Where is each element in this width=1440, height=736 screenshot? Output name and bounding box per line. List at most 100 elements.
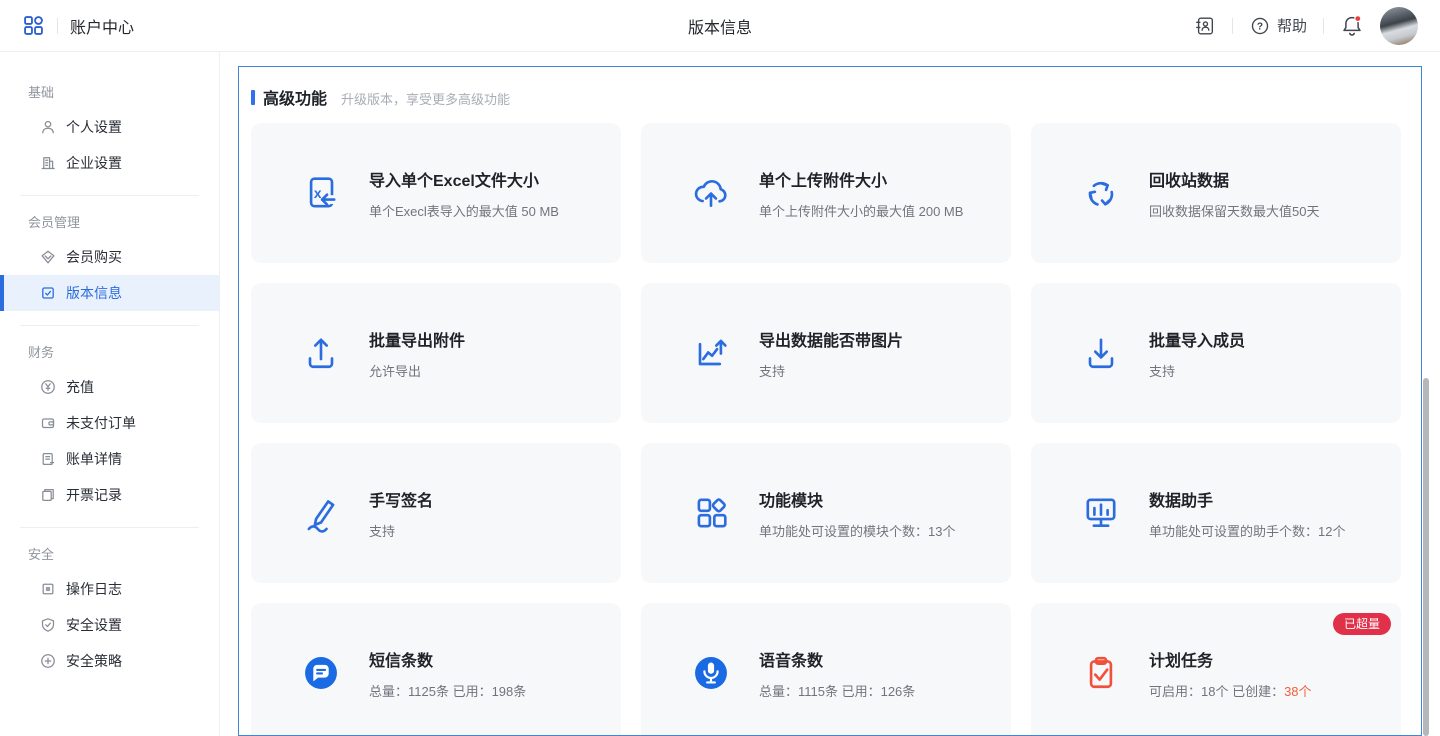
svg-text:?: ? — [1257, 21, 1263, 32]
advanced-features-panel: 高级功能 升级版本，享受更多高级功能 x 导入单个Excel文件大小 — [238, 66, 1422, 736]
chart-export-icon — [689, 331, 733, 375]
card-desc: 可启用：18个 已创建：38个 — [1149, 681, 1312, 700]
sidebar-item-label: 安全设置 — [66, 615, 122, 635]
section-title: 高级功能 — [263, 85, 327, 109]
sidebar-item-version-info[interactable]: 版本信息 — [0, 275, 219, 311]
wallet-icon — [40, 415, 56, 431]
card-excel-import-size: x 导入单个Excel文件大小 单个Execl表导入的最大值 50 MB — [251, 123, 621, 263]
monitor-chart-icon — [1079, 491, 1123, 535]
cloud-upload-icon — [689, 171, 733, 215]
card-title: 批量导出附件 — [369, 327, 465, 351]
sidebar-item-operation-log[interactable]: 操作日志 — [0, 571, 219, 607]
bill-icon — [40, 451, 56, 467]
signature-icon — [299, 491, 343, 535]
main-area: 高级功能 升级版本，享受更多高级功能 x 导入单个Excel文件大小 — [220, 52, 1440, 736]
card-desc: 允许导出 — [369, 361, 465, 380]
gem-icon — [40, 249, 56, 265]
card-title: 手写签名 — [369, 487, 433, 511]
card-recycle-bin-data: 回收站数据 回收数据保留天数最大值50天 — [1031, 123, 1401, 263]
card-scheduled-tasks: 已超量 计划任务 可启用：18个 已创建：38个 — [1031, 603, 1401, 736]
import-tray-icon — [1079, 331, 1123, 375]
sidebar-item-label: 操作日志 — [66, 579, 122, 599]
modules-grid-icon — [689, 491, 733, 535]
section-accent-bar — [251, 90, 255, 105]
shield-check-icon — [40, 617, 56, 633]
card-title: 导入单个Excel文件大小 — [369, 167, 559, 191]
notification-bell-icon[interactable] — [1340, 14, 1364, 38]
notification-dot — [1355, 15, 1361, 21]
svg-text:x: x — [314, 186, 322, 201]
card-desc: 支持 — [759, 361, 903, 380]
contact-book-icon[interactable] — [1194, 15, 1216, 37]
sidebar-item-recharge[interactable]: 充值 — [0, 369, 219, 405]
card-desc: 单个Execl表导入的最大值 50 MB — [369, 201, 559, 220]
sidebar-section-security: 安全 — [0, 528, 219, 571]
sidebar-item-bill-details[interactable]: 账单详情 — [0, 441, 219, 477]
topbar-left: 账户中心 — [22, 14, 134, 38]
card-batch-import-members: 批量导入成员 支持 — [1031, 283, 1401, 423]
card-desc: 支持 — [369, 521, 433, 540]
card-title: 批量导入成员 — [1149, 327, 1245, 351]
card-title: 导出数据能否带图片 — [759, 327, 903, 351]
help-button[interactable]: ? 帮助 — [1249, 15, 1307, 37]
card-data-assistant: 数据助手 单功能处可设置的助手个数：12个 — [1031, 443, 1401, 583]
card-desc: 单功能处可设置的助手个数：12个 — [1149, 521, 1345, 540]
card-desc: 单功能处可设置的模块个数：13个 — [759, 521, 955, 540]
sidebar-item-security-policy[interactable]: 安全策略 — [0, 643, 219, 679]
yuan-circle-icon — [40, 379, 56, 395]
card-desc: 单个上传附件大小的最大值 200 MB — [759, 201, 963, 220]
topbar: 账户中心 版本信息 ? 帮助 — [0, 0, 1440, 52]
card-desc: 回收数据保留天数最大值50天 — [1149, 201, 1319, 220]
card-title: 计划任务 — [1149, 647, 1312, 671]
card-sms-count: 短信条数 总量：1125条 已用：198条 — [251, 603, 621, 736]
avatar[interactable] — [1380, 7, 1418, 45]
sidebar-item-label: 充值 — [66, 377, 94, 397]
apps-grid-icon[interactable] — [22, 14, 45, 37]
card-export-with-images: 导出数据能否带图片 支持 — [641, 283, 1011, 423]
sidebar-item-personal-settings[interactable]: 个人设置 — [0, 109, 219, 145]
version-icon — [40, 285, 56, 301]
card-title: 数据助手 — [1149, 487, 1345, 511]
over-quota-badge: 已超量 — [1333, 613, 1391, 635]
sidebar-section-finance: 财务 — [0, 326, 219, 369]
card-batch-export-attachments: 批量导出附件 允许导出 — [251, 283, 621, 423]
excel-import-icon: x — [299, 171, 343, 215]
card-function-modules: 功能模块 单功能处可设置的模块个数：13个 — [641, 443, 1011, 583]
card-title: 短信条数 — [369, 647, 526, 671]
card-title: 单个上传附件大小 — [759, 167, 963, 191]
sidebar-item-security-settings[interactable]: 安全设置 — [0, 607, 219, 643]
microphone-icon — [689, 651, 733, 695]
card-upload-attachment-size: 单个上传附件大小 单个上传附件大小的最大值 200 MB — [641, 123, 1011, 263]
sidebar: 基础 个人设置 企业设置 会员管理 会员购买 — [0, 52, 220, 736]
export-tray-icon — [299, 331, 343, 375]
card-title: 回收站数据 — [1149, 167, 1319, 191]
topbar-divider — [1232, 18, 1233, 34]
sidebar-item-label: 账单详情 — [66, 449, 122, 469]
card-desc: 支持 — [1149, 361, 1245, 380]
recycle-icon — [1079, 171, 1123, 215]
clipboard-check-icon — [1079, 651, 1123, 695]
building-icon — [40, 155, 56, 171]
sidebar-item-label: 会员购买 — [66, 247, 122, 267]
card-title: 语音条数 — [759, 647, 915, 671]
card-desc: 总量：1115条 已用：126条 — [759, 681, 915, 700]
sidebar-item-member-purchase[interactable]: 会员购买 — [0, 239, 219, 275]
topbar-divider — [57, 18, 58, 34]
sidebar-item-label: 安全策略 — [66, 651, 122, 671]
card-desc: 总量：1125条 已用：198条 — [369, 681, 526, 700]
account-center-app: 账户中心 版本信息 ? 帮助 — [0, 0, 1440, 736]
sidebar-section-basic: 基础 — [0, 66, 219, 109]
sidebar-item-enterprise-settings[interactable]: 企业设置 — [0, 145, 219, 181]
sidebar-item-unpaid-orders[interactable]: 未支付订单 — [0, 405, 219, 441]
scrollbar[interactable] — [1423, 378, 1429, 736]
section-subtitle: 升级版本，享受更多高级功能 — [341, 89, 510, 108]
card-handwritten-signature: 手写签名 支持 — [251, 443, 621, 583]
sidebar-item-label: 版本信息 — [66, 283, 122, 303]
card-voice-count: 语音条数 总量：1115条 已用：126条 — [641, 603, 1011, 736]
topbar-right: ? 帮助 — [1194, 7, 1418, 45]
circle-plus-icon — [40, 653, 56, 669]
sidebar-item-label: 个人设置 — [66, 117, 122, 137]
app-title: 账户中心 — [70, 14, 134, 38]
log-icon — [40, 581, 56, 597]
sidebar-item-invoice-records[interactable]: 开票记录 — [0, 477, 219, 513]
